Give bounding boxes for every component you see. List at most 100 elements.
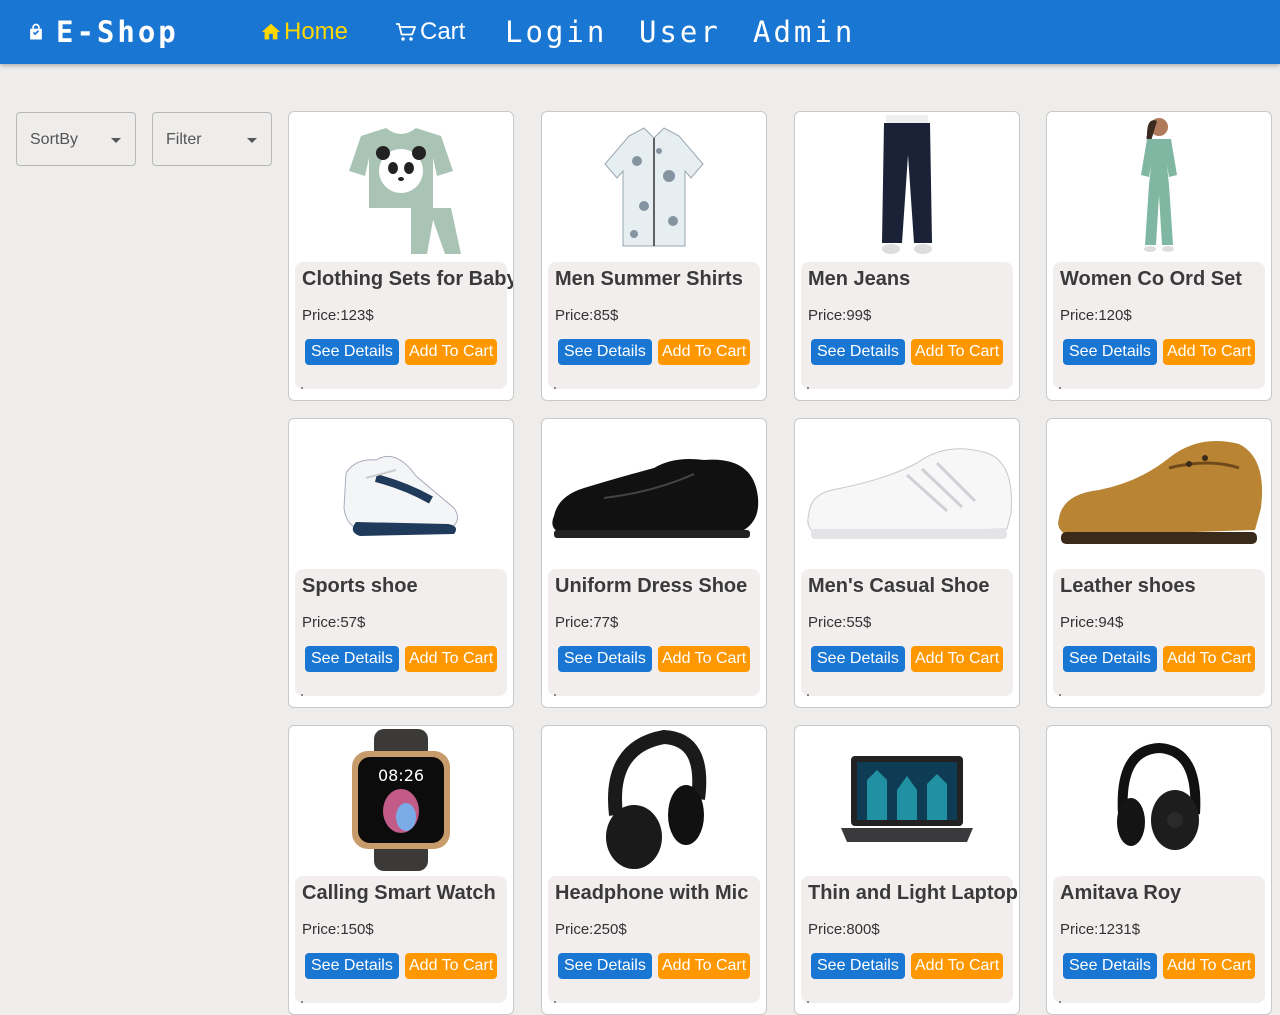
see-details-button[interactable]: See Details xyxy=(558,953,652,979)
add-to-cart-button[interactable]: Add To Cart xyxy=(1163,646,1256,672)
sort-select-label: SortBy xyxy=(30,131,79,148)
product-price: Price:1231$ xyxy=(1060,921,1141,938)
nav-cart-link[interactable]: Cart xyxy=(394,16,465,48)
leather-shoe-image xyxy=(1058,441,1263,544)
product-name: Clothing Sets for Baby xyxy=(302,268,514,290)
add-to-cart-button[interactable]: Add To Cart xyxy=(405,953,498,979)
product-image[interactable] xyxy=(1047,419,1271,567)
filter-select-label: Filter xyxy=(166,131,202,148)
see-details-button[interactable]: See Details xyxy=(305,339,399,365)
add-to-cart-button[interactable]: Add To Cart xyxy=(658,953,751,979)
product-card: Men's Casual Shoe Price:55$ See Details … xyxy=(794,418,1020,708)
product-name: Calling Smart Watch xyxy=(302,882,496,904)
app-bar: E-Shop Home Cart Login User Admin xyxy=(0,0,1280,64)
product-image[interactable] xyxy=(542,112,766,260)
nav-login-link[interactable]: Login xyxy=(505,14,607,50)
product-image[interactable] xyxy=(289,112,513,260)
product-image[interactable] xyxy=(1047,726,1271,874)
product-info: Clothing Sets for Baby Price:123$ See De… xyxy=(295,262,513,389)
see-details-button[interactable]: See Details xyxy=(811,646,905,672)
add-to-cart-button[interactable]: Add To Cart xyxy=(1163,339,1256,365)
product-info: Women Co Ord Set Price:120$ See Details … xyxy=(1053,262,1265,389)
nav-cart-label: Cart xyxy=(420,18,466,45)
dress-shoe-image xyxy=(552,459,759,538)
product-card: Men Jeans Price:99$ See Details Add To C… xyxy=(794,111,1020,401)
product-image[interactable] xyxy=(289,419,513,567)
product-info: Thin and Light Laptop Price:800$ See Det… xyxy=(801,876,1018,1003)
add-to-cart-button[interactable]: Add To Cart xyxy=(911,646,1004,672)
product-card: Thin and Light Laptop Price:800$ See Det… xyxy=(794,725,1020,1015)
product-price: Price:800$ xyxy=(808,921,880,938)
product-price: Price:94$ xyxy=(1060,614,1124,631)
smart-watch-image: 08:26 xyxy=(352,729,450,871)
casual-shoe-image xyxy=(807,448,1012,539)
product-price: Price:250$ xyxy=(555,921,627,938)
card-divider xyxy=(554,694,556,696)
product-price: Price:150$ xyxy=(302,921,374,938)
see-details-button[interactable]: See Details xyxy=(1063,339,1157,365)
nav-admin-link[interactable]: Admin xyxy=(753,14,855,50)
dropdown-arrow-icon xyxy=(111,138,121,143)
filter-select[interactable]: Filter xyxy=(152,112,272,166)
product-card: Uniform Dress Shoe Price:77$ See Details… xyxy=(541,418,767,708)
nav-home-link[interactable]: Home xyxy=(260,16,348,48)
add-to-cart-button[interactable]: Add To Cart xyxy=(658,646,751,672)
brand[interactable]: E-Shop xyxy=(26,14,179,50)
nav-user-link[interactable]: User xyxy=(639,14,721,50)
product-name: Amitava Roy xyxy=(1060,882,1182,904)
product-info: Headphone with Mic Price:250$ See Detail… xyxy=(548,876,760,1003)
product-image[interactable]: 08:26 xyxy=(289,726,513,874)
headphone-image xyxy=(606,729,707,869)
product-image[interactable] xyxy=(1047,112,1271,260)
card-divider xyxy=(1059,1001,1061,1003)
see-details-button[interactable]: See Details xyxy=(811,339,905,365)
add-to-cart-button[interactable]: Add To Cart xyxy=(1163,953,1256,979)
see-details-button[interactable]: See Details xyxy=(1063,646,1157,672)
product-card: Women Co Ord Set Price:120$ See Details … xyxy=(1046,111,1272,401)
product-price: Price:77$ xyxy=(555,614,619,631)
home-icon xyxy=(261,23,281,40)
add-to-cart-button[interactable]: Add To Cart xyxy=(658,339,751,365)
product-image[interactable] xyxy=(795,726,1019,874)
product-price: Price:120$ xyxy=(1060,307,1132,324)
see-details-button[interactable]: See Details xyxy=(1063,953,1157,979)
brand-title: E-Shop xyxy=(56,15,179,49)
card-divider xyxy=(807,1001,809,1003)
watch-face-time: 08:26 xyxy=(378,766,424,785)
product-name: Men Jeans xyxy=(808,268,911,290)
dropdown-arrow-icon xyxy=(247,138,257,143)
see-details-button[interactable]: See Details xyxy=(811,953,905,979)
co-ord-set-image xyxy=(1141,118,1177,252)
product-price: Price:85$ xyxy=(555,307,619,324)
see-details-button[interactable]: See Details xyxy=(305,953,399,979)
product-image[interactable] xyxy=(795,419,1019,567)
shopping-bag-icon xyxy=(30,23,42,40)
card-divider xyxy=(807,387,809,389)
card-divider xyxy=(554,387,556,389)
add-to-cart-button[interactable]: Add To Cart xyxy=(911,953,1004,979)
product-card: Leather shoes Price:94$ See Details Add … xyxy=(1046,418,1272,708)
jeans-image xyxy=(882,115,932,254)
product-card: Headphone with Mic Price:250$ See Detail… xyxy=(541,725,767,1015)
add-to-cart-button[interactable]: Add To Cart xyxy=(911,339,1004,365)
product-image[interactable] xyxy=(542,419,766,567)
see-details-button[interactable]: See Details xyxy=(558,646,652,672)
product-price: Price:57$ xyxy=(302,614,366,631)
sports-shoe-image xyxy=(343,456,459,536)
product-image[interactable] xyxy=(795,112,1019,260)
product-card: 08:26 Calling Smart Watch Price:150$ See… xyxy=(288,725,514,1015)
product-card: Men Summer Shirts Price:85$ See Details … xyxy=(541,111,767,401)
see-details-button[interactable]: See Details xyxy=(305,646,399,672)
add-to-cart-button[interactable]: Add To Cart xyxy=(405,646,498,672)
product-info: Amitava Roy Price:1231$ See Details Add … xyxy=(1053,876,1265,1003)
add-to-cart-button[interactable]: Add To Cart xyxy=(405,339,498,365)
sort-select[interactable]: SortBy xyxy=(16,112,136,166)
product-price: Price:99$ xyxy=(808,307,872,324)
product-name: Women Co Ord Set xyxy=(1060,268,1242,290)
baby-clothing-set-image xyxy=(349,128,461,254)
see-details-button[interactable]: See Details xyxy=(558,339,652,365)
product-name: Uniform Dress Shoe xyxy=(555,575,748,597)
product-card: Sports shoe Price:57$ See Details Add To… xyxy=(288,418,514,708)
product-name: Thin and Light Laptop xyxy=(808,882,1018,904)
product-image[interactable] xyxy=(542,726,766,874)
